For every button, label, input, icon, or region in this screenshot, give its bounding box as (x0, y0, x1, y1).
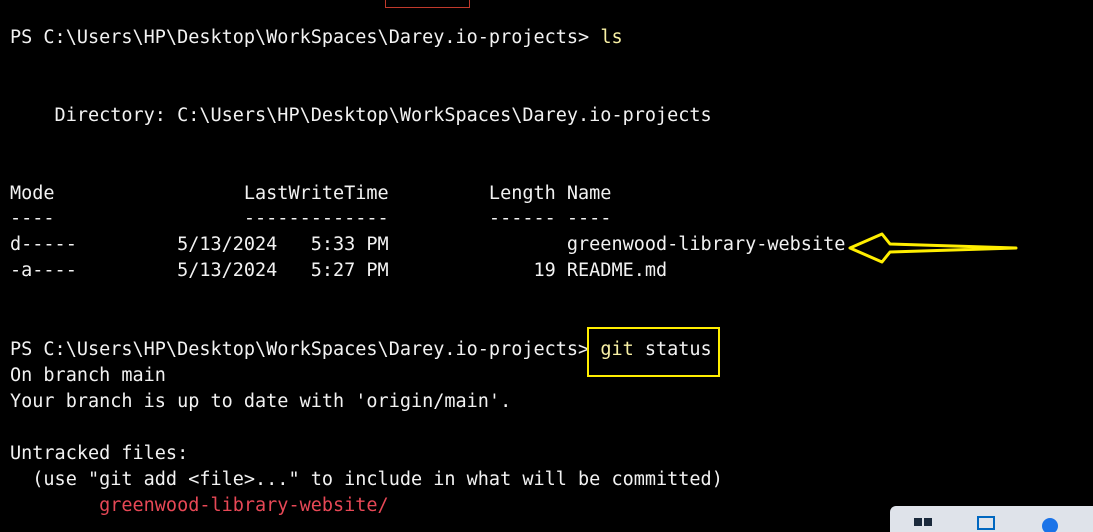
output-hint: (use "git add <file>..." to include in w… (10, 469, 723, 490)
prompt-line-ls: PS C:\Users\HP\Desktop\WorkSpaces\Darey.… (10, 25, 623, 51)
listing-separator: ---- ------------- ------ ---- (10, 208, 612, 229)
listing-header: Mode LastWriteTime Length Name (10, 183, 612, 204)
task-view-icon[interactable] (975, 514, 999, 532)
start-icon[interactable] (912, 514, 936, 532)
highlight-box (587, 327, 720, 377)
app-icon[interactable] (1038, 514, 1062, 532)
arrow-left-icon (848, 232, 1018, 264)
window-edge-mark (385, 0, 470, 8)
listing-row-folder: d----- 5/13/2024 5:33 PM greenwood-libra… (10, 234, 846, 255)
listing-row-readme: -a---- 5/13/2024 5:27 PM 19 README.md (10, 260, 668, 281)
output-branch: On branch main (10, 365, 166, 386)
command-ls: ls (600, 27, 623, 48)
output-untracked-heading: Untracked files: (10, 443, 189, 464)
untracked-file: greenwood-library-website/ (10, 495, 389, 516)
directory-line: Directory: C:\Users\HP\Desktop\WorkSpace… (10, 105, 712, 126)
prompt: PS C:\Users\HP\Desktop\WorkSpaces\Darey.… (10, 339, 601, 360)
output-up-to-date: Your branch is up to date with 'origin/m… (10, 391, 512, 412)
prompt: PS C:\Users\HP\Desktop\WorkSpaces\Darey.… (10, 27, 601, 48)
taskbar (890, 506, 1093, 532)
